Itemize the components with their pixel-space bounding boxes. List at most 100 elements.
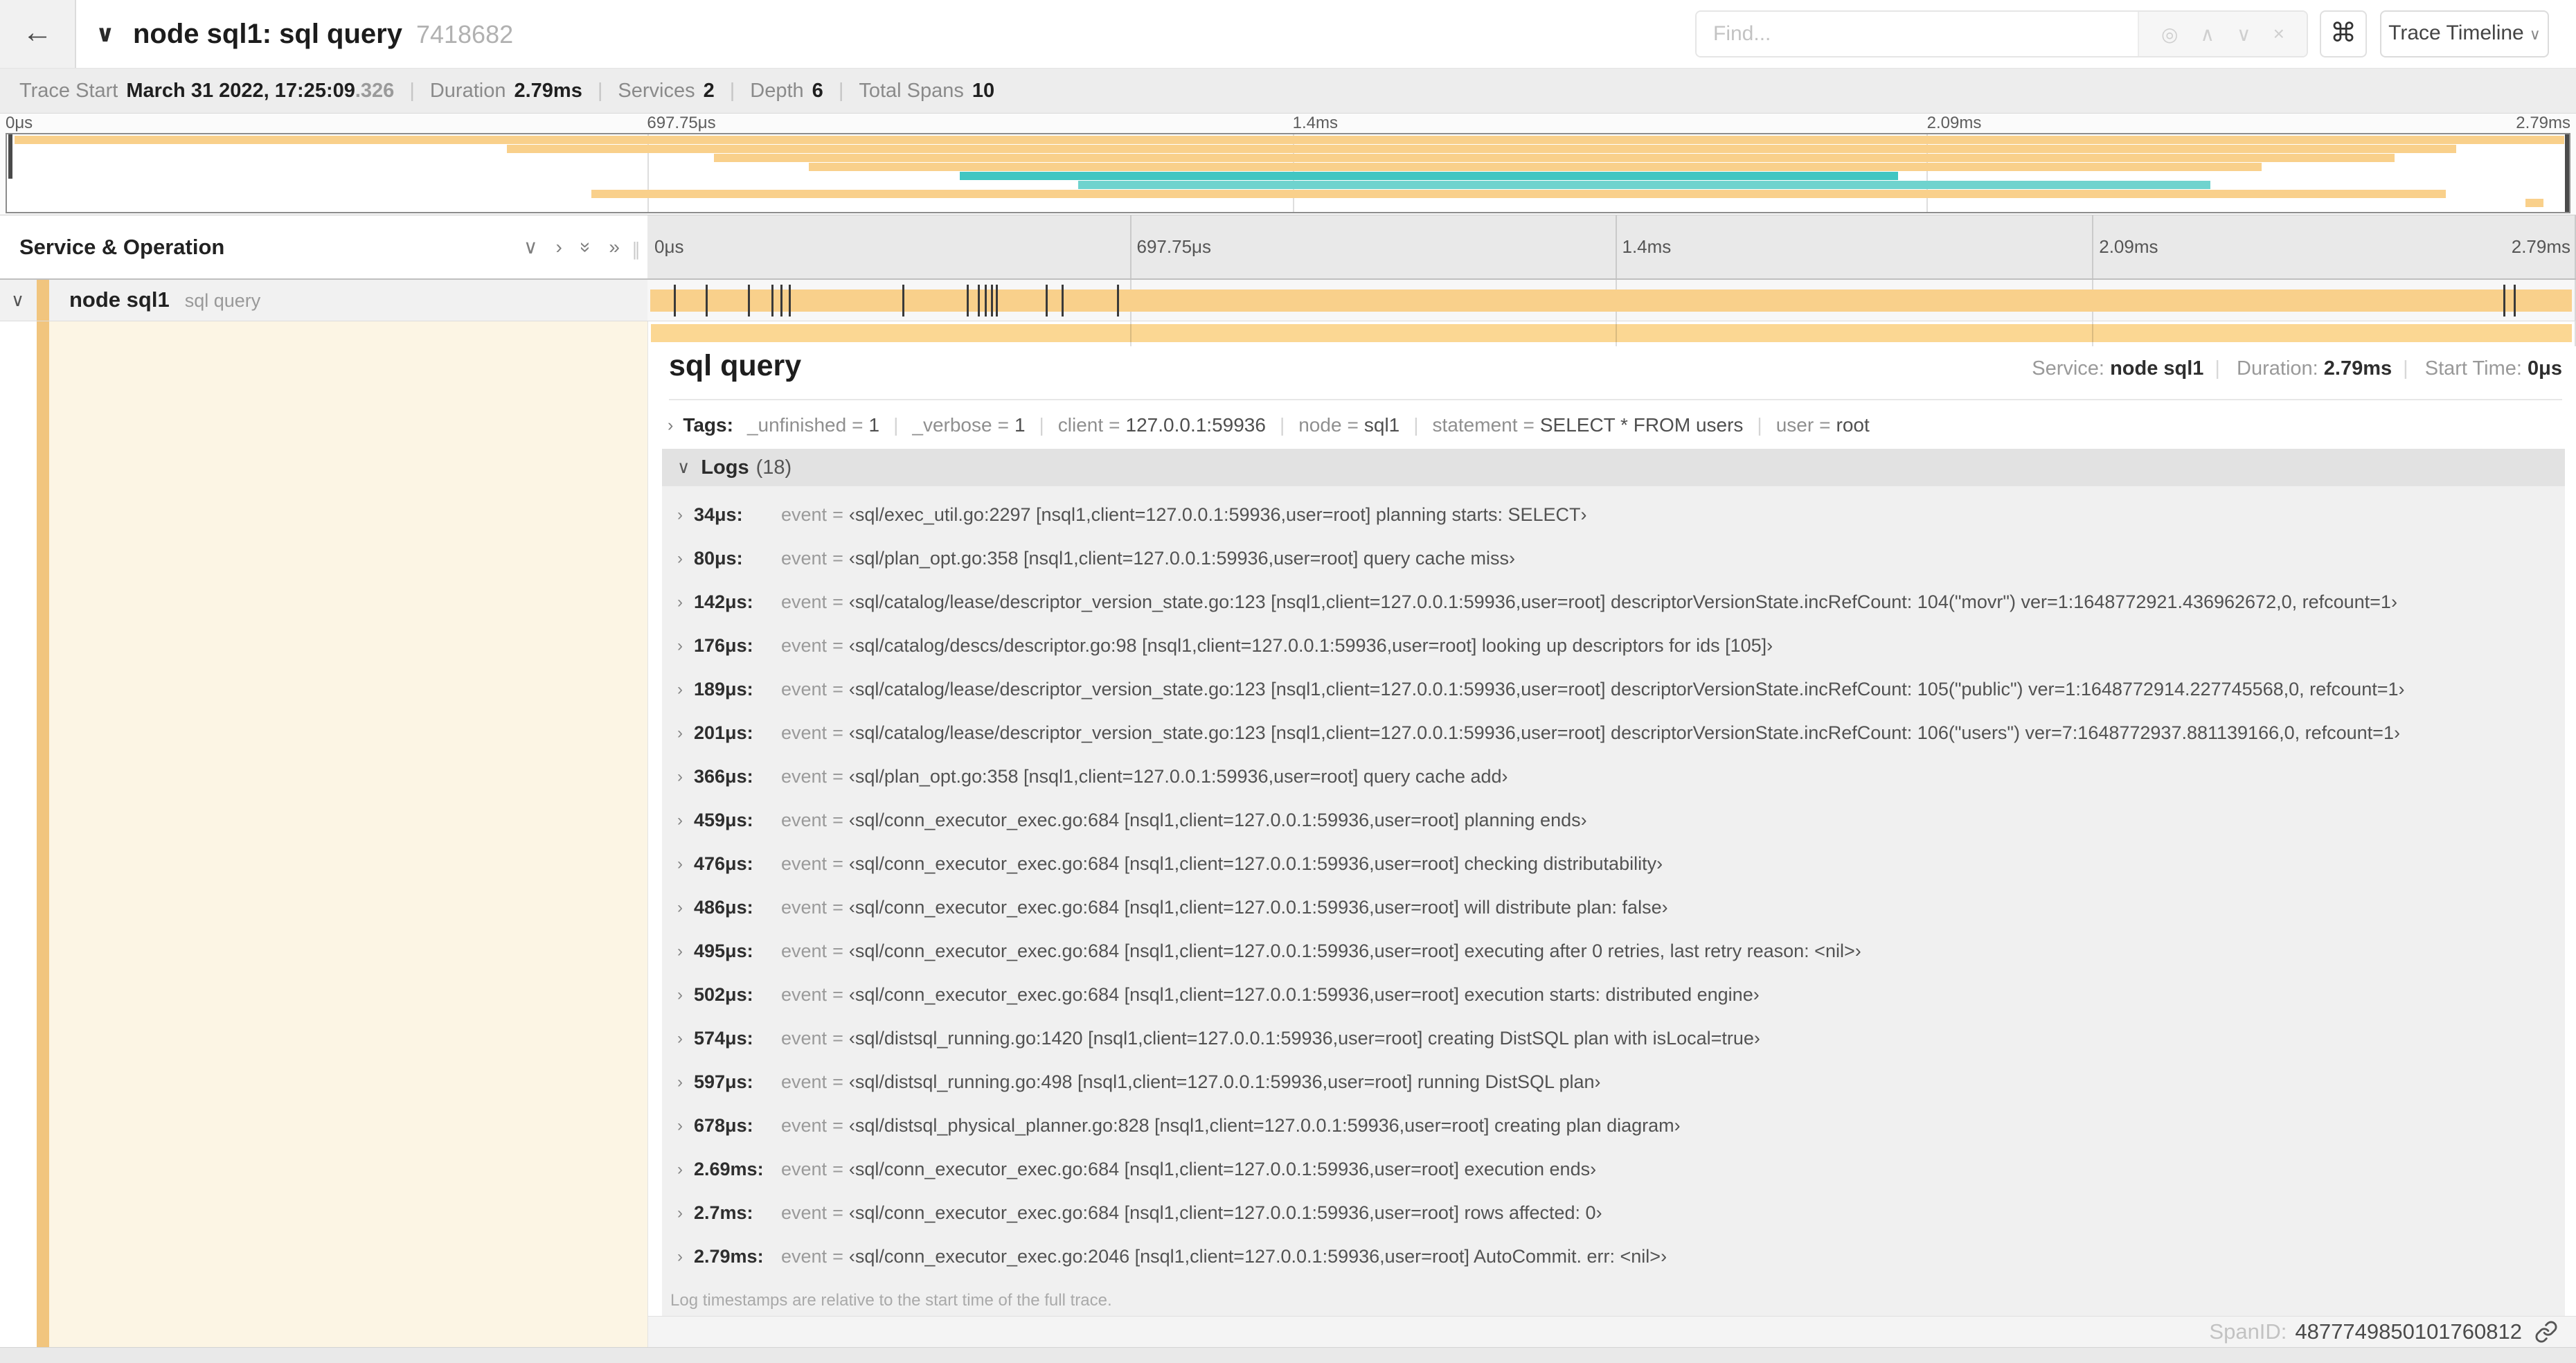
trace-collapse-icon[interactable]: ∨ — [96, 0, 115, 68]
prev-result-icon[interactable]: ∧ — [2201, 23, 2215, 46]
span-row[interactable]: ∨ node sql1 sql query — [0, 280, 2576, 321]
chevron-down-icon: ∨ — [2529, 26, 2541, 43]
log-expand-chevron[interactable]: › — [677, 680, 683, 700]
log-expand-chevron[interactable]: › — [677, 1073, 683, 1092]
log-expand-chevron[interactable]: › — [677, 855, 683, 874]
log-equals: = — [832, 810, 843, 830]
log-row[interactable]: › 80μs: event = ‹sql/plan_opt.go:358 [nsql1,… — [662, 537, 2565, 580]
command-icon: ⌘ — [2330, 19, 2356, 48]
log-marker — [705, 285, 708, 317]
detail-left-column — [0, 321, 647, 1347]
log-timestamp: 502μs: — [694, 984, 753, 1005]
tag-item[interactable]: _verbose = 1 — [912, 414, 1025, 436]
range-handle-left[interactable] — [8, 134, 12, 179]
log-row[interactable]: › 201μs: event = ‹sql/catalog/lease/descript… — [662, 711, 2565, 755]
log-expand-chevron[interactable]: › — [677, 986, 683, 1005]
log-expand-chevron[interactable]: › — [677, 1160, 683, 1179]
log-row[interactable]: › 486μs: event = ‹sql/conn_executor_exec.go:… — [662, 886, 2565, 929]
log-row[interactable]: › 597μs: event = ‹sql/distsql_running.go:498… — [662, 1060, 2565, 1104]
tags-row[interactable]: › Tags: _unfinished = 1 | _verbose = 1 | client =… — [668, 407, 2562, 443]
ruler-tick-label: 1.4ms — [1622, 236, 1672, 257]
log-row[interactable]: › 459μs: event = ‹sql/conn_executor_exec.go:… — [662, 799, 2565, 842]
log-row[interactable]: › 678μs: event = ‹sql/distsql_physical_plann… — [662, 1104, 2565, 1148]
minimap-span-bar — [960, 172, 1898, 180]
log-expand-chevron[interactable]: › — [677, 724, 683, 743]
log-expand-chevron[interactable]: › — [677, 1029, 683, 1049]
expand-one-icon[interactable]: › — [556, 236, 562, 258]
find-input[interactable] — [1697, 12, 2138, 56]
log-row[interactable]: › 2.7ms: event = ‹sql/conn_executor_exec.go:… — [662, 1191, 2565, 1235]
tag-item[interactable]: user = root — [1776, 414, 1870, 436]
log-event-key: event — [781, 591, 828, 612]
log-expand-chevron[interactable]: › — [677, 1247, 683, 1267]
stat-separator: | — [597, 79, 603, 102]
detail-title-row: sql query Service: node sql1 | Duration: … — [669, 349, 2562, 392]
log-event-value: ‹sql/conn_executor_exec.go:684 [nsql1,cl… — [848, 1159, 1597, 1179]
log-row[interactable]: › 495μs: event = ‹sql/conn_executor_exec.go:… — [662, 929, 2565, 973]
log-expand-chevron[interactable]: › — [677, 506, 683, 525]
back-button[interactable]: ← — [0, 0, 76, 68]
logs-collapse-chevron[interactable]: ∨ — [677, 457, 690, 478]
log-expand-chevron[interactable]: › — [677, 1204, 683, 1223]
tag-item[interactable]: node = sql1 — [1298, 414, 1399, 436]
log-expand-chevron[interactable]: › — [677, 549, 683, 569]
log-event-value: ‹sql/conn_executor_exec.go:684 [nsql1,cl… — [848, 1202, 1602, 1223]
tag-item[interactable]: _unfinished = 1 — [747, 414, 879, 436]
log-row[interactable]: › 574μs: event = ‹sql/distsql_running.go:142… — [662, 1017, 2565, 1060]
span-row-name-column[interactable]: ∨ node sql1 sql query — [0, 280, 647, 321]
log-expand-chevron[interactable]: › — [677, 636, 683, 656]
stat-value: March 31 2022, 17:25:09 — [126, 79, 355, 102]
stat-separator: | — [409, 79, 415, 102]
log-row[interactable]: › 142μs: event = ‹sql/catalog/lease/descript… — [662, 580, 2565, 624]
logs-header[interactable]: ∨ Logs (18) — [662, 449, 2565, 486]
link-icon[interactable] — [2534, 1320, 2558, 1344]
minimap-canvas[interactable] — [6, 133, 2570, 213]
log-row[interactable]: › 2.69ms: event = ‹sql/conn_executor_exec.go… — [662, 1148, 2565, 1191]
collapse-all-icon[interactable]: » — [575, 242, 597, 253]
keyboard-shortcuts-button[interactable]: ⌘ — [2320, 10, 2367, 57]
trace-view-select[interactable]: Trace Timeline ∨ — [2380, 10, 2549, 57]
log-expand-chevron[interactable]: › — [677, 593, 683, 612]
log-row[interactable]: › 502μs: event = ‹sql/conn_executor_exec.go:… — [662, 973, 2565, 1017]
tag-item[interactable]: statement = SELECT * FROM users — [1433, 414, 1744, 436]
tag-separator: | — [1039, 414, 1044, 436]
tags-expand-chevron[interactable]: › — [668, 416, 673, 436]
logs-list: › 34μs: event = ‹sql/exec_util.go:2297 [nsql… — [662, 486, 2565, 1316]
log-expand-chevron[interactable]: › — [677, 767, 683, 787]
gridline — [1129, 215, 1132, 278]
log-row[interactable]: › 366μs: event = ‹sql/plan_opt.go:358 [nsql1… — [662, 755, 2565, 799]
timeline-ruler: 0μs 697.75μs 1.4ms 2.09ms 2.79ms — [647, 215, 2576, 278]
locate-icon[interactable]: ◎ — [2161, 23, 2178, 46]
stat-separator: | — [729, 79, 735, 102]
log-expand-chevron[interactable]: › — [677, 942, 683, 961]
log-expand-chevron[interactable]: › — [677, 898, 683, 918]
span-expand-chevron[interactable]: ∨ — [11, 280, 24, 321]
clear-search-icon[interactable]: × — [2273, 23, 2284, 45]
span-row-timeline[interactable] — [647, 280, 2576, 321]
log-event-value: ‹sql/conn_executor_exec.go:684 [nsql1,cl… — [848, 853, 1663, 874]
log-row[interactable]: › 34μs: event = ‹sql/exec_util.go:2297 [nsql… — [662, 493, 2565, 537]
column-resizer[interactable]: ∥ — [632, 239, 641, 260]
ruler-tick-label: 697.75μs — [1136, 236, 1212, 257]
minimap-span-bar — [1077, 181, 2210, 189]
log-row[interactable]: › 176μs: event = ‹sql/catalog/descs/descript… — [662, 624, 2565, 668]
tag-item[interactable]: client = 127.0.0.1:59936 — [1058, 414, 1266, 436]
stat-value: 2 — [703, 79, 715, 102]
minimap-span-bar — [2525, 199, 2543, 207]
expand-all-icon[interactable]: » — [609, 236, 620, 258]
log-row[interactable]: › 2.79ms: event = ‹sql/conn_executor_exec.go… — [662, 1235, 2565, 1279]
span-color-strip — [37, 280, 49, 321]
log-expand-chevron[interactable]: › — [677, 811, 683, 830]
tag-key: user — [1776, 414, 1814, 436]
range-handle-right[interactable] — [2565, 134, 2569, 212]
collapse-one-icon[interactable]: ∨ — [524, 235, 538, 258]
log-row[interactable]: › 189μs: event = ‹sql/catalog/lease/descript… — [662, 668, 2565, 711]
log-equals: = — [832, 853, 843, 874]
log-row[interactable]: › 476μs: event = ‹sql/conn_executor_exec.go:… — [662, 842, 2565, 886]
log-timestamp: 201μs: — [694, 722, 753, 743]
next-result-icon[interactable]: ∨ — [2237, 23, 2251, 46]
log-event-value: ‹sql/conn_executor_exec.go:684 [nsql1,cl… — [848, 810, 1587, 830]
log-expand-chevron[interactable]: › — [677, 1116, 683, 1136]
log-event-value: ‹sql/plan_opt.go:358 [nsql1,client=127.0… — [848, 766, 1508, 787]
stat-item: Trace Start March 31 2022, 17:25:09.326 — [19, 80, 394, 103]
